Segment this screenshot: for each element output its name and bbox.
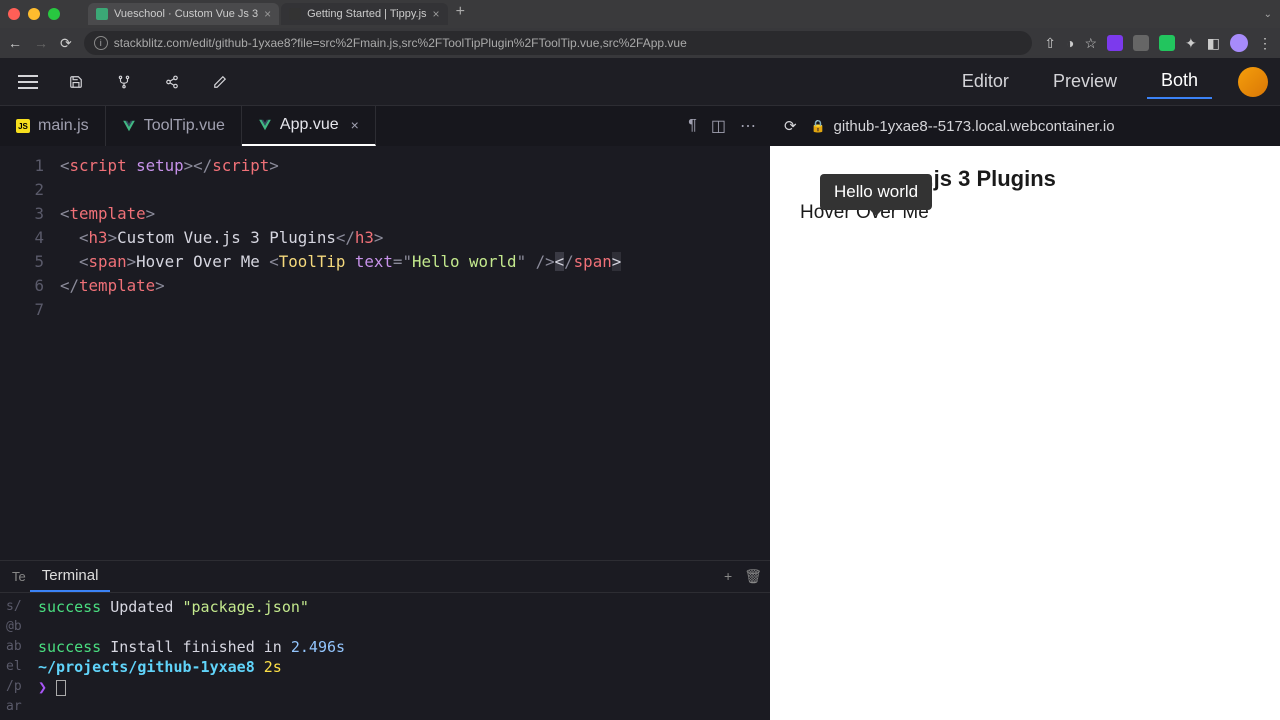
terminal-panel: Te Terminal + 🗑 s/ @b ab el /p ar succes… xyxy=(0,560,770,720)
terminal-tab-truncated[interactable]: Te xyxy=(8,569,30,584)
file-js-icon: JS xyxy=(16,119,30,133)
editor-tab-tooltip[interactable]: ToolTip.vue xyxy=(106,106,242,146)
preview-panel: ⟳ 🔒 github-1yxae8--5173.local.webcontain… xyxy=(770,106,1280,720)
preview-reload-icon[interactable]: ⟳ xyxy=(784,117,797,135)
extension-green[interactable] xyxy=(1159,35,1175,51)
stackblitz-header: Editor Preview Both xyxy=(0,58,1280,106)
extension-purple[interactable] xyxy=(1107,35,1123,51)
hamburger-menu[interactable] xyxy=(12,66,44,98)
browser-tab-title: Vueschool · Custom Vue Js 3 xyxy=(114,8,258,20)
favicon-tippy xyxy=(289,8,301,20)
extensions-menu-icon[interactable]: ✦ xyxy=(1185,35,1197,52)
save-button[interactable] xyxy=(60,66,92,98)
preview-toolbar: ⟳ 🔒 github-1yxae8--5173.local.webcontain… xyxy=(770,106,1280,146)
format-icon[interactable]: ¶ xyxy=(688,117,697,135)
file-vue-icon xyxy=(122,119,136,133)
terminal-output: success Updated "package.json" success I… xyxy=(30,593,770,720)
extensions: ⇧ ◑ ☆ ✦ ◧ ⋮ xyxy=(1044,34,1272,52)
browser-tab-vueschool[interactable]: Vueschool · Custom Vue Js 3 × xyxy=(88,3,279,25)
tabs-overflow-icon[interactable]: ⌄ xyxy=(1264,9,1272,20)
delete-terminal-icon[interactable]: 🗑 xyxy=(744,568,762,585)
close-tab-icon[interactable]: × xyxy=(351,117,359,133)
favicon-vueschool xyxy=(96,8,108,20)
close-tab-button[interactable]: × xyxy=(264,7,271,21)
preview-content[interactable]: Hello world Custom Vue.js 3 Plugins Hove… xyxy=(770,146,1280,720)
browser-tabs: Vueschool · Custom Vue Js 3 × Getting St… xyxy=(88,3,471,25)
lock-icon: 🔒 xyxy=(811,119,826,133)
editor-tabs: JS main.js ToolTip.vue App.vue × ¶ ◫ ⋯ xyxy=(0,106,770,146)
editor-tab-mainjs[interactable]: JS main.js xyxy=(0,106,106,146)
url-bar[interactable]: i stackblitz.com/edit/github-1yxae8?file… xyxy=(84,31,1033,55)
browser-tab-tippy[interactable]: Getting Started | Tippy.js × xyxy=(281,3,447,25)
main-split: JS main.js ToolTip.vue App.vue × ¶ ◫ ⋯ 1… xyxy=(0,106,1280,720)
split-editor-icon[interactable]: ◫ xyxy=(711,116,726,136)
minimize-window-button[interactable] xyxy=(28,8,40,20)
editor-panel: JS main.js ToolTip.vue App.vue × ¶ ◫ ⋯ 1… xyxy=(0,106,770,720)
star-icon[interactable]: ☆ xyxy=(1084,35,1097,52)
reload-button[interactable]: ⟳ xyxy=(60,35,72,52)
preview-heading: Custom Vue.js 3 Plugins xyxy=(800,166,1250,192)
share-button[interactable] xyxy=(156,66,188,98)
close-window-button[interactable] xyxy=(8,8,20,20)
view-preview-button[interactable]: Preview xyxy=(1039,65,1131,98)
terminal-cursor xyxy=(56,680,66,696)
close-tab-button[interactable]: × xyxy=(433,7,440,21)
back-button[interactable]: ← xyxy=(8,35,22,51)
edit-button[interactable] xyxy=(204,66,236,98)
extension-icon[interactable]: ◑ xyxy=(1066,35,1074,51)
tab-label: main.js xyxy=(38,117,89,135)
editor-actions: ¶ ◫ ⋯ xyxy=(674,106,770,146)
site-info-icon[interactable]: i xyxy=(94,36,108,50)
sidepanel-icon[interactable]: ◧ xyxy=(1207,35,1220,52)
terminal-left-overflow: s/ @b ab el /p ar xyxy=(0,593,30,720)
tab-label: ToolTip.vue xyxy=(144,117,225,135)
maximize-window-button[interactable] xyxy=(48,8,60,20)
more-actions-icon[interactable]: ⋯ xyxy=(740,116,756,136)
view-both-button[interactable]: Both xyxy=(1147,64,1212,99)
view-editor-button[interactable]: Editor xyxy=(948,65,1023,98)
forward-button[interactable]: → xyxy=(34,35,48,51)
extension-gray[interactable] xyxy=(1133,35,1149,51)
browser-tab-title: Getting Started | Tippy.js xyxy=(307,8,426,20)
terminal-body[interactable]: s/ @b ab el /p ar success Updated "packa… xyxy=(0,593,770,720)
share-icon[interactable]: ⇧ xyxy=(1044,35,1056,52)
profile-avatar[interactable] xyxy=(1230,34,1248,52)
editor-tab-appvue[interactable]: App.vue × xyxy=(242,106,376,146)
terminal-tab[interactable]: Terminal xyxy=(30,561,111,592)
code-content: <script setup></script> <template> <h3>C… xyxy=(60,146,770,560)
url-text: stackblitz.com/edit/github-1yxae8?file=s… xyxy=(114,36,687,50)
tab-label: App.vue xyxy=(280,116,339,134)
window-chrome: Vueschool · Custom Vue Js 3 × Getting St… xyxy=(0,0,1280,28)
browser-toolbar: ← → ⟳ i stackblitz.com/edit/github-1yxae… xyxy=(0,28,1280,58)
preview-url-text: github-1yxae8--5173.local.webcontainer.i… xyxy=(834,118,1115,135)
code-editor[interactable]: 1234567 <script setup></script> <templat… xyxy=(0,146,770,560)
file-vue-icon xyxy=(258,118,272,132)
new-terminal-icon[interactable]: + xyxy=(724,568,732,585)
traffic-lights xyxy=(8,8,60,20)
terminal-tabs: Te Terminal + 🗑 xyxy=(0,561,770,593)
new-tab-button[interactable]: + xyxy=(450,3,471,25)
user-avatar[interactable] xyxy=(1238,67,1268,97)
line-gutter: 1234567 xyxy=(0,146,60,560)
fork-button[interactable] xyxy=(108,66,140,98)
kebab-menu-icon[interactable]: ⋮ xyxy=(1258,35,1272,52)
preview-url-bar[interactable]: 🔒 github-1yxae8--5173.local.webcontainer… xyxy=(811,118,1115,135)
